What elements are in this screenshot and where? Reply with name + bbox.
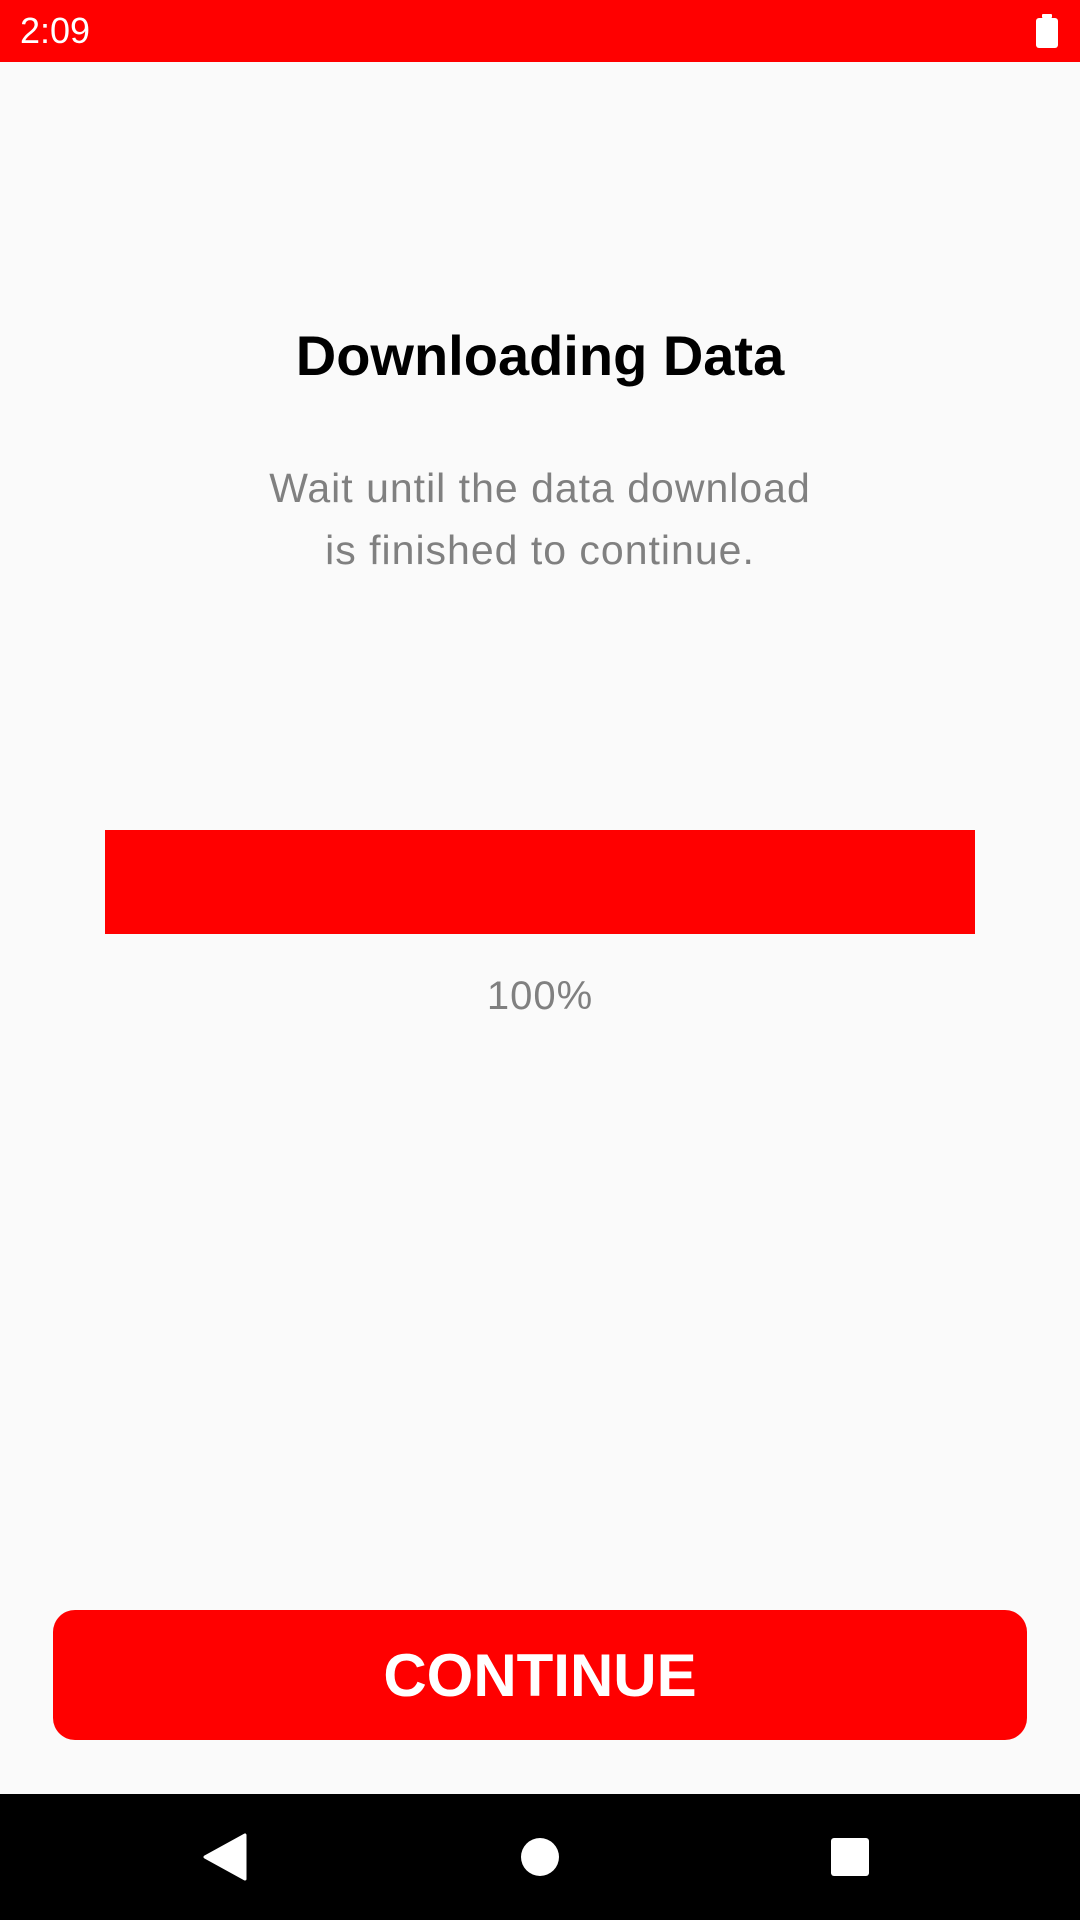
home-icon[interactable] — [470, 1794, 610, 1920]
status-time: 2:09 — [20, 10, 91, 51]
progress-fill — [105, 830, 975, 934]
instructions-text: Wait until the data download is finished… — [240, 457, 840, 581]
status-bar: 2:09 — [0, 0, 1080, 62]
recents-icon[interactable] — [780, 1794, 920, 1920]
back-icon[interactable] — [155, 1794, 295, 1920]
page-title: Downloading Data — [295, 324, 785, 387]
battery-icon — [1036, 14, 1058, 48]
download-progress-bar — [105, 830, 975, 934]
navigation-bar — [0, 1794, 1080, 1920]
continue-button[interactable]: CONTINUE — [53, 1610, 1027, 1740]
progress-percent: 100% — [486, 974, 594, 1018]
instructions-line-2: is finished to continue. — [325, 527, 755, 573]
instructions-line-1: Wait until the data download — [269, 465, 811, 511]
download-screen: Downloading Data Wait until the data dow… — [0, 62, 1080, 1794]
